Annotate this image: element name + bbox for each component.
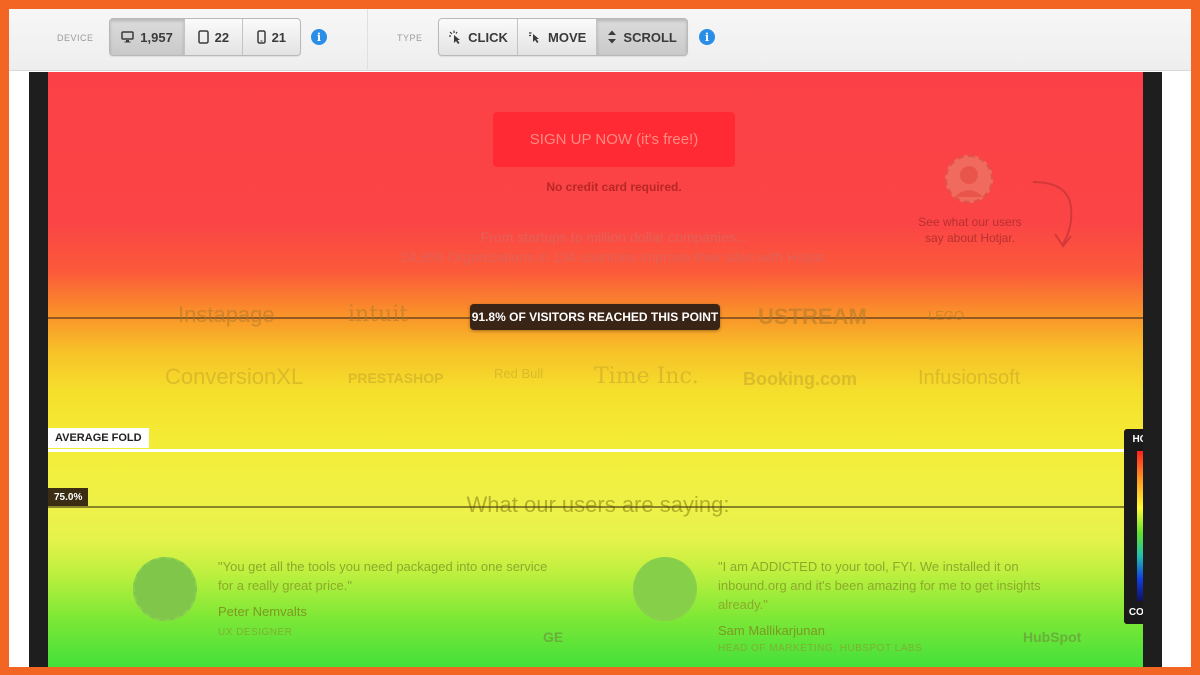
phone-icon — [256, 30, 266, 44]
client-logo: Red Bull — [494, 366, 544, 381]
heat-legend: HOT COLD — [1124, 429, 1143, 624]
type-scroll-label: SCROLL — [623, 29, 677, 45]
company-logo: HubSpot — [1023, 629, 1082, 645]
testimonial-quote: "You get all the tools you need packaged… — [218, 559, 548, 593]
client-logo: Time Inc. — [594, 364, 699, 389]
intro-line-1: From startups to million dollar companie… — [480, 229, 748, 245]
client-logo: USTREAM — [758, 304, 867, 329]
type-move-label: MOVE — [548, 29, 587, 45]
intro-line-2: 24,959 Organizations in 134 countries im… — [400, 249, 828, 265]
app-frame: DEVICE 1,957 22 21 i TYPE CLICK MOVE SCR… — [9, 9, 1191, 667]
tablet-icon — [197, 30, 209, 44]
scroll-icon — [607, 30, 617, 44]
device-desktop-count: 1,957 — [140, 29, 173, 45]
testimonial-card: "You get all the tools you need packaged… — [113, 547, 563, 657]
type-filter: CLICK MOVE SCROLL — [438, 18, 688, 56]
heatmap-toolbar: DEVICE 1,957 22 21 i TYPE CLICK MOVE SCR… — [9, 9, 1191, 71]
average-fold-label: AVERAGE FOLD — [48, 428, 149, 448]
client-logo: PRESTASHOP — [348, 370, 444, 386]
legend-gradient — [1137, 451, 1143, 601]
client-logo: ConversionXL — [165, 364, 304, 389]
visitor-reach-badge: 91.8% OF VISITORS REACHED THIS POINT — [470, 304, 720, 330]
section-title: What our users are saying: — [466, 492, 730, 517]
device-tablet-count: 22 — [214, 29, 230, 45]
scroll-percent-marker: 75.0% — [48, 488, 89, 506]
legend-hot-label: HOT — [1132, 434, 1143, 445]
testimonial-author: Sam Mallikarjunan — [718, 623, 825, 638]
type-scroll-button[interactable]: SCROLL — [597, 19, 687, 55]
type-click-button[interactable]: CLICK — [439, 19, 518, 55]
company-logo: GE — [543, 629, 564, 645]
client-logo: intuit — [348, 302, 409, 327]
avatar — [633, 557, 697, 621]
device-tablet-button[interactable]: 22 — [185, 19, 243, 55]
signup-button[interactable]: SIGN UP NOW (it's free!) — [493, 112, 735, 167]
type-info-icon[interactable]: i — [699, 29, 715, 45]
avatar — [133, 557, 197, 621]
client-logo: Instapage — [178, 302, 275, 327]
click-icon — [448, 30, 462, 44]
toolbar-divider — [367, 9, 368, 71]
device-desktop-button[interactable]: 1,957 — [110, 19, 186, 55]
page-preview: SIGN UP NOW (it's free!) No credit card … — [29, 72, 1162, 667]
intro-text: From startups to million dollar companie… — [298, 227, 930, 267]
legend-cold-label: COLD — [1128, 607, 1143, 618]
device-info-icon[interactable]: i — [311, 29, 327, 45]
average-fold-line — [48, 449, 1143, 452]
scroll-percent-line — [48, 506, 1143, 508]
device-filter: 1,957 22 21 — [109, 18, 301, 56]
testimonial-role: UX DESIGNER — [218, 627, 293, 638]
scroll-heatmap-overlay: SIGN UP NOW (it's free!) No credit card … — [48, 72, 1143, 667]
type-click-label: CLICK — [468, 29, 508, 45]
no-credit-card-note: No credit card required. — [546, 180, 682, 194]
testimonial-role: HEAD OF MARKETING, HUBSPOT LABS — [718, 643, 923, 654]
type-label: TYPE — [397, 33, 423, 43]
move-icon — [528, 30, 542, 44]
client-logo: LEGO — [928, 308, 965, 323]
device-phone-count: 21 — [271, 29, 287, 45]
arrow-icon — [1023, 172, 1083, 257]
testimonial-card: "I am ADDICTED to your tool, FYI. We ins… — [613, 547, 1081, 657]
device-label: DEVICE — [57, 33, 94, 43]
testimonial-author: Peter Nemvalts — [218, 604, 307, 619]
client-logo: Infusionsoft — [918, 367, 1021, 389]
type-move-button[interactable]: MOVE — [518, 19, 598, 55]
avatar — [945, 155, 993, 203]
desktop-icon — [121, 31, 135, 43]
device-phone-button[interactable]: 21 — [243, 19, 300, 55]
client-logo: Booking.com — [743, 369, 858, 389]
testimonial-quote: "I am ADDICTED to your tool, FYI. We ins… — [718, 559, 1041, 612]
